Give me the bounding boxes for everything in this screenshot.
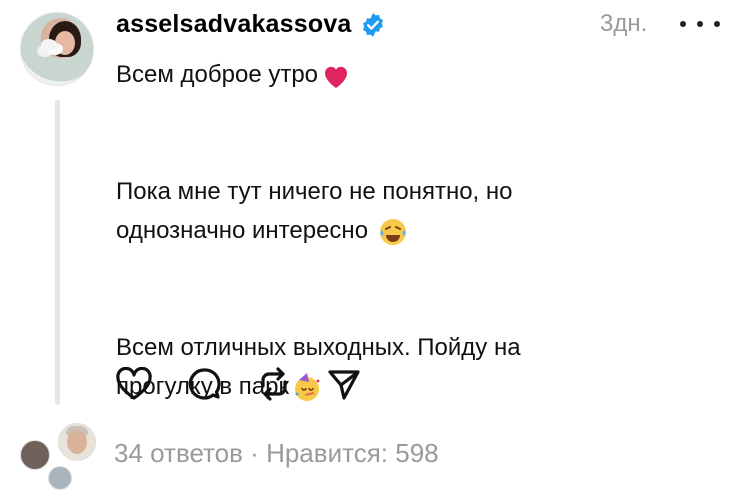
repost-button[interactable] <box>254 364 294 404</box>
post-line: Всем отличных выходных. Пойду на <box>116 334 521 361</box>
post-timestamp: 3дн. <box>600 10 648 37</box>
reply-avatar[interactable] <box>48 466 72 490</box>
more-options-button[interactable] <box>680 12 720 36</box>
dot-icon <box>714 21 720 27</box>
author-username[interactable]: asselsadvakassova <box>116 10 386 39</box>
like-icon <box>116 367 152 400</box>
verified-badge-icon <box>362 12 383 37</box>
post-line: Пока мне тут ничего не понятно, но <box>116 178 513 205</box>
comment-icon <box>188 368 221 400</box>
post-stats: 34 ответов · Нравится: 598 <box>114 438 439 469</box>
dot-icon <box>680 21 686 27</box>
laughing-tears-emoji-icon <box>379 218 406 245</box>
author-avatar[interactable] <box>20 12 94 86</box>
post-line: Всем доброе утро <box>116 55 716 94</box>
post-body: Всем доброе утро Пока мне тут ничего не … <box>116 55 716 406</box>
post-line: однозначно интересно <box>116 211 716 250</box>
username-text[interactable]: asselsadvakassova <box>116 10 352 39</box>
avatar-flower <box>41 39 57 51</box>
heart-emoji-icon <box>325 66 348 88</box>
avatar-face <box>55 31 75 55</box>
repost-icon <box>261 367 287 401</box>
stats-separator: · <box>242 438 267 468</box>
reply-avatar[interactable] <box>20 440 50 470</box>
share-button[interactable] <box>324 364 364 404</box>
likes-count-link[interactable]: Нравится: 598 <box>266 438 439 468</box>
share-icon <box>328 370 360 400</box>
avatar-face <box>67 430 87 454</box>
like-button[interactable] <box>114 364 154 404</box>
reply-avatar[interactable] <box>58 423 96 461</box>
replies-count-link[interactable]: 34 ответов <box>114 438 243 468</box>
dot-icon <box>697 21 703 27</box>
thread-line <box>55 100 60 405</box>
post-actions <box>114 364 364 404</box>
comment-button[interactable] <box>184 364 224 404</box>
